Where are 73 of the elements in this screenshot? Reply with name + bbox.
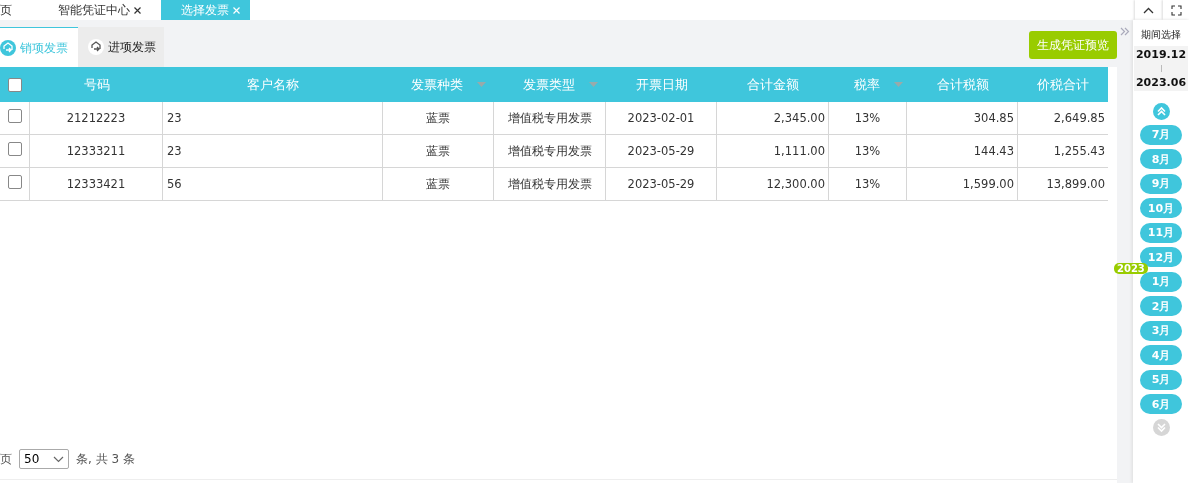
table-cell: 增值税专用发票 <box>507 110 592 126</box>
table-cell: 蓝票 <box>426 110 450 126</box>
pager-label: 页 <box>0 450 12 468</box>
select-all-checkbox[interactable] <box>8 77 22 92</box>
page-size-select[interactable]: 50 <box>19 449 69 469</box>
expand-icon[interactable] <box>1120 27 1130 36</box>
table-cell: 12333421 <box>66 177 126 191</box>
table-cell: 13,899.00 <box>1046 177 1105 191</box>
fullscreen-button[interactable] <box>1163 0 1189 20</box>
table-cell: 2,345.00 <box>773 111 825 125</box>
table-cell: 304.85 <box>973 111 1014 125</box>
scroll-up-icon[interactable] <box>1152 103 1170 120</box>
period-start: 2019.12 <box>1135 48 1187 61</box>
month-button[interactable]: 7月 <box>1140 124 1182 145</box>
period-end: 2023.06 <box>1135 76 1187 89</box>
column-header: 号码 <box>83 75 110 94</box>
table-cell: 23 <box>167 111 182 125</box>
row-checkbox[interactable] <box>7 175 22 189</box>
page-tab[interactable]: 智能凭证中心 <box>50 0 149 20</box>
table-cell: 13% <box>854 111 881 125</box>
page-tab[interactable]: 页 <box>0 0 20 20</box>
invoice-tab[interactable]: 销项发票 <box>0 27 78 68</box>
table-cell: 12333211 <box>66 144 126 158</box>
fullscreen-icon[interactable] <box>1170 4 1182 16</box>
table-cell: 2,649.85 <box>1053 111 1105 125</box>
house-arrow-icon <box>0 40 16 56</box>
table-cell: 1,599.00 <box>962 177 1014 191</box>
table-cell: 13% <box>854 144 881 158</box>
month-button[interactable]: 3月 <box>1140 320 1182 341</box>
month-button[interactable]: 11月 <box>1140 222 1182 243</box>
column-header: 开票日期 <box>635 75 688 94</box>
table-cell: 144.43 <box>973 144 1014 158</box>
column-header: 客户名称 <box>247 75 299 94</box>
month-button[interactable]: 1月 <box>1140 271 1182 292</box>
table-cell: 56 <box>167 177 182 191</box>
table-cell: 1,111.00 <box>773 144 825 158</box>
chevron-down-icon[interactable] <box>53 455 64 463</box>
total-count: 条, 共 3 条 <box>76 450 135 468</box>
house-arrow-icon <box>88 39 104 55</box>
row-checkbox[interactable] <box>7 109 22 123</box>
month-button[interactable]: 4月 <box>1140 345 1182 365</box>
month-button[interactable]: 10月 <box>1140 198 1182 218</box>
close-icon[interactable] <box>134 6 141 14</box>
table-cell: 23 <box>167 144 182 158</box>
page-tab[interactable]: 选择发票 <box>161 0 250 20</box>
column-header: 合计金额 <box>747 75 799 94</box>
table-cell: 13% <box>854 177 881 191</box>
month-button[interactable]: 2月 <box>1140 296 1182 316</box>
table-cell: 蓝票 <box>426 176 450 192</box>
chevron-up-icon[interactable] <box>1142 6 1154 14</box>
column-header: 发票种类 <box>411 75 463 94</box>
column-header: 价税合计 <box>1037 75 1089 94</box>
table-cell: 21212223 <box>66 111 126 125</box>
table-cell: 12,300.00 <box>766 177 825 191</box>
table-cell: 增值税专用发票 <box>507 176 592 192</box>
table-cell: 2023-05-29 <box>627 144 695 158</box>
column-header: 发票类型 <box>522 75 575 94</box>
year-badge: 2023 <box>1114 263 1148 274</box>
table-cell: 增值税专用发票 <box>507 143 592 159</box>
preview-button[interactable]: 生成凭证预览 <box>1029 31 1117 59</box>
row-checkbox[interactable] <box>7 142 22 156</box>
column-header: 合计税额 <box>936 75 989 94</box>
month-button[interactable]: 6月 <box>1140 394 1182 414</box>
table-cell: 2023-05-29 <box>627 177 695 191</box>
table-cell: 2023-02-01 <box>627 111 695 125</box>
month-button[interactable]: 9月 <box>1140 173 1182 194</box>
period-title: 期间选择 <box>1141 28 1181 42</box>
month-button[interactable]: 8月 <box>1140 149 1182 169</box>
table-cell: 1,255.43 <box>1053 144 1105 158</box>
column-header: 税率 <box>853 75 880 94</box>
table-cell: 蓝票 <box>426 143 450 159</box>
invoice-tab[interactable]: 进项发票 <box>78 27 164 67</box>
month-button[interactable]: 5月 <box>1140 369 1182 390</box>
